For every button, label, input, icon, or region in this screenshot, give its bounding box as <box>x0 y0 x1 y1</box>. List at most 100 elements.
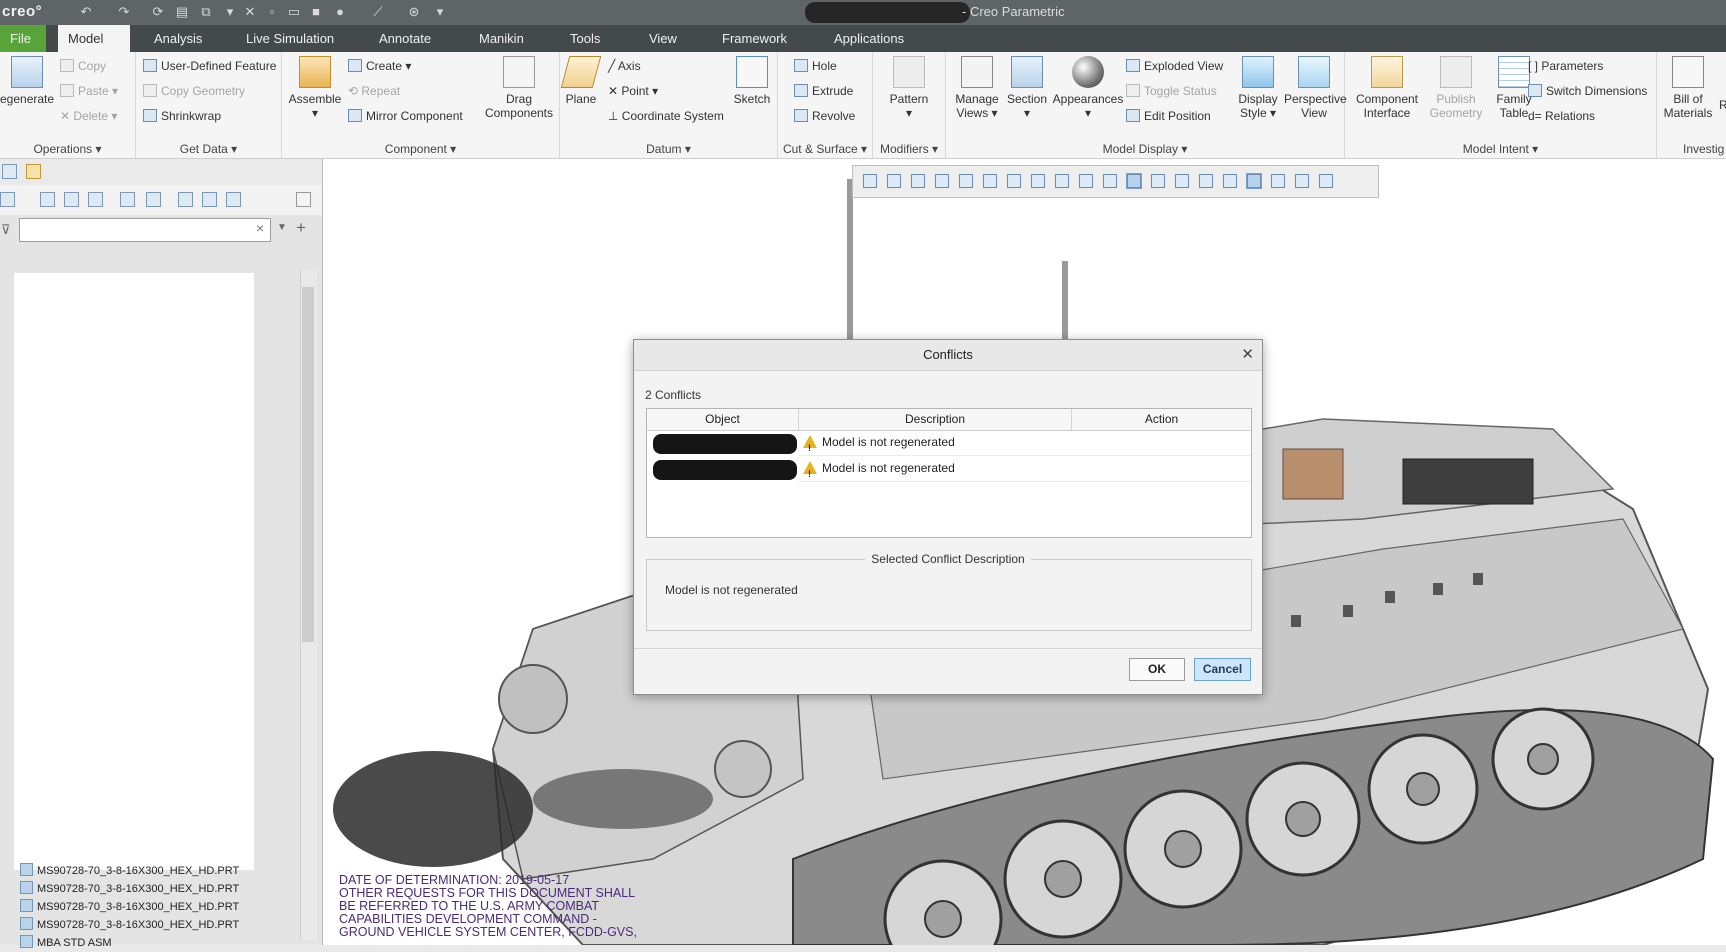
tab-tools[interactable]: Tools <box>560 25 610 52</box>
perspective-toggle-icon[interactable] <box>959 174 973 188</box>
switch-dimensions-button[interactable]: Switch Dimensions <box>1528 84 1647 98</box>
relations-button[interactable]: d= Relations <box>1528 109 1595 123</box>
tab-file[interactable]: File <box>0 25 46 52</box>
column-header-object[interactable]: Object <box>647 409 799 431</box>
sync-icon[interactable]: ⊛ <box>406 4 422 20</box>
shrinkwrap-button[interactable]: Shrinkwrap <box>143 109 221 123</box>
section-button[interactable]: Section ▾ <box>1002 56 1052 120</box>
tree-show-icon[interactable] <box>226 192 241 207</box>
model-tree-tab-icon[interactable] <box>2 164 17 179</box>
add-filter-icon[interactable]: + <box>296 218 306 238</box>
repaint-icon[interactable] <box>935 174 949 188</box>
point-display-icon[interactable] <box>1175 174 1189 188</box>
column-header-action[interactable]: Action <box>1072 409 1251 431</box>
plane-display-icon[interactable] <box>1126 173 1142 189</box>
close-window-icon[interactable]: ✕ <box>242 4 258 20</box>
extrude-button[interactable]: Extrude <box>794 84 853 98</box>
coordinate-system-button[interactable]: ⊥ Coordinate System <box>608 109 724 123</box>
csys-display-icon[interactable] <box>1199 174 1213 188</box>
view-manager-icon[interactable] <box>1031 174 1045 188</box>
paste-button[interactable]: Paste ▾ <box>60 84 118 98</box>
tab-applications[interactable]: Applications <box>824 25 914 52</box>
group-label[interactable]: Component ▾ <box>282 142 559 156</box>
drag-components-button[interactable]: Drag Components <box>482 56 556 120</box>
spin-center-icon[interactable] <box>1079 174 1093 188</box>
tree-row[interactable]: MS90728-70_3-8-16X300_HEX_HD.PRT <box>20 863 239 880</box>
zoom-in-icon[interactable] <box>887 174 901 188</box>
dropdown-icon[interactable]: ▾ <box>222 4 238 20</box>
folder-browser-tab-icon[interactable] <box>26 164 41 179</box>
tree-list-icon[interactable] <box>40 192 55 207</box>
manage-views-button[interactable]: Manage Views ▾ <box>950 56 1004 120</box>
warning-display-icon[interactable] <box>1271 174 1285 188</box>
tab-live-simulation[interactable]: Live Simulation <box>236 25 344 52</box>
tree-row[interactable]: MS90728-70_3-8-16X300_HEX_HD.PRT <box>20 917 239 934</box>
zoom-out-icon[interactable] <box>911 174 925 188</box>
tree-row[interactable]: MBA STD ASM <box>20 935 112 952</box>
edit-position-button[interactable]: Edit Position <box>1126 109 1211 123</box>
plane-button[interactable]: Plane <box>560 56 602 106</box>
ok-button[interactable]: OK <box>1129 658 1185 681</box>
point-button[interactable]: ✕ Point ▾ <box>608 84 658 98</box>
group-label[interactable]: Operations ▾ <box>0 142 135 156</box>
display-style-button[interactable]: Display Style ▾ <box>1230 56 1286 120</box>
component-interface-button[interactable]: Component Interface <box>1349 56 1425 120</box>
row-action[interactable] <box>1072 456 1251 482</box>
tag-display-icon[interactable] <box>1223 174 1237 188</box>
investigate-overflow[interactable]: R <box>1719 98 1726 112</box>
tree-page-icon[interactable] <box>296 192 311 207</box>
exploded-view-button[interactable]: Exploded View <box>1126 59 1223 73</box>
hole-button[interactable]: Hole <box>794 59 837 73</box>
datum-display-icon[interactable] <box>1246 173 1262 189</box>
annotation-display-icon[interactable] <box>1103 174 1117 188</box>
column-header-description[interactable]: Description <box>799 409 1072 431</box>
cancel-button[interactable]: Cancel <box>1194 658 1251 681</box>
bill-of-materials-button[interactable]: Bill of Materials <box>1659 56 1717 120</box>
group-label[interactable]: Model Display ▾ <box>946 142 1344 156</box>
repeat-button[interactable]: ⟲ Repeat <box>348 84 400 98</box>
tab-manikin[interactable]: Manikin <box>469 25 534 52</box>
undo-icon[interactable]: ↶ <box>78 4 94 20</box>
redo-icon[interactable]: ↷ <box>116 4 132 20</box>
copy-geometry-button[interactable]: Copy Geometry <box>143 84 245 98</box>
toggle-status-button[interactable]: Toggle Status <box>1126 84 1217 98</box>
tree-scrollbar-thumb[interactable] <box>302 287 314 642</box>
display-style-icon[interactable] <box>983 174 997 188</box>
regenerate-icon[interactable]: ⟳ <box>150 4 166 20</box>
pause-icon[interactable] <box>1295 174 1309 188</box>
tree-expand-icon[interactable] <box>64 192 79 207</box>
tab-analysis[interactable]: Analysis <box>144 25 212 52</box>
mirror-component-button[interactable]: Mirror Component <box>348 109 463 123</box>
group-label[interactable]: Get Data ▾ <box>136 142 281 156</box>
section-view-icon[interactable] <box>1055 174 1069 188</box>
appearances-button[interactable]: Appearances ▾ <box>1050 56 1126 120</box>
group-label[interactable]: Modifiers ▾ <box>873 142 945 156</box>
tree-filter-icon[interactable] <box>120 192 135 207</box>
measure-icon[interactable]: ⟋ <box>370 4 386 20</box>
perspective-view-button[interactable]: Perspective View <box>1284 56 1347 120</box>
appearance-ball-icon[interactable]: ● <box>332 4 348 20</box>
axis-button[interactable]: ╱ Axis <box>608 59 641 73</box>
tree-row[interactable]: MS90728-70_3-8-16X300_HEX_HD.PRT <box>20 899 239 916</box>
options-icon[interactable] <box>1319 174 1333 188</box>
delete-button[interactable]: ✕ Delete ▾ <box>60 109 117 123</box>
row-action[interactable] <box>1072 430 1251 456</box>
tab-framework[interactable]: Framework <box>712 25 797 52</box>
axis-display-icon[interactable] <box>1151 174 1165 188</box>
customize-qat-icon[interactable]: ▾ <box>432 4 448 20</box>
open-file-icon[interactable]: ▭ <box>286 4 302 20</box>
group-label[interactable]: Datum ▾ <box>560 142 777 156</box>
close-icon[interactable]: ✕ <box>1241 345 1254 363</box>
revolve-button[interactable]: Revolve <box>794 109 855 123</box>
new-file-icon[interactable]: ▫ <box>264 4 280 20</box>
clear-search-icon[interactable]: × <box>256 220 264 236</box>
saved-orientations-icon[interactable] <box>1007 174 1021 188</box>
tab-model[interactable]: Model <box>58 25 130 52</box>
tree-columns-icon[interactable] <box>88 192 103 207</box>
refit-icon[interactable] <box>863 174 877 188</box>
filter-icon[interactable]: ⊽ <box>1 222 11 238</box>
window-switch-icon[interactable]: ⧉ <box>198 4 214 20</box>
parameters-button[interactable]: [ ] Parameters <box>1528 59 1603 73</box>
tree-table-icon[interactable] <box>146 192 161 207</box>
search-dropdown-icon[interactable]: ▼ <box>277 222 287 233</box>
